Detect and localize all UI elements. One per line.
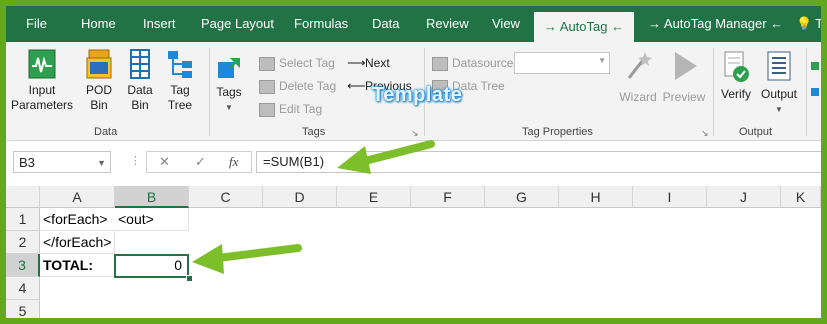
formula-input[interactable]: =SUM(B1) <box>256 151 821 173</box>
tab-data[interactable]: Data <box>372 6 399 42</box>
ribbon-tab-bar: File Home Insert Page Layout Formulas Da… <box>6 6 821 42</box>
row-header[interactable]: 5 <box>6 300 40 318</box>
formula-buttons: ✕ ✓ fx <box>146 151 252 173</box>
formula-bar: B3 ▼ ⋮ ✕ ✓ fx =SUM(B1) <box>6 141 821 185</box>
datasource-button[interactable]: Datasource <box>432 54 513 72</box>
data-bin-button[interactable]: Data Bin <box>120 48 160 113</box>
column-header[interactable]: C <box>189 186 263 208</box>
group-separator <box>209 48 210 136</box>
tag-properties-group-label: Tag Properties <box>522 126 593 138</box>
group-separator <box>806 48 807 136</box>
group-separator <box>713 48 714 136</box>
cell-a3[interactable]: TOTAL: <box>40 254 115 277</box>
delete-tag-icon <box>259 79 275 94</box>
excel-window: File Home Insert Page Layout Formulas Da… <box>6 6 821 318</box>
tab-insert[interactable]: Insert <box>143 6 176 42</box>
pod-bin-icon <box>86 49 112 79</box>
data-bin-icon <box>130 49 150 79</box>
select-tag-icon <box>259 56 275 71</box>
row-header[interactable]: 1 <box>6 208 40 231</box>
datasource-icon <box>432 56 448 71</box>
tag-properties-launcher-icon[interactable]: ↘ <box>701 128 709 139</box>
row-header[interactable]: 3 <box>6 254 40 277</box>
output-group-label: Output <box>739 126 773 138</box>
column-header[interactable]: J <box>707 186 781 208</box>
verify-button[interactable]: Verify <box>718 50 754 102</box>
edit-tag-icon <box>259 102 275 117</box>
column-header[interactable]: D <box>263 186 337 208</box>
wizard-button[interactable]: Wizard <box>618 50 658 105</box>
chevron-down-icon: ▼ <box>775 105 783 114</box>
column-header[interactable]: I <box>633 186 707 208</box>
column-header[interactable]: G <box>485 186 559 208</box>
insert-function-icon[interactable]: fx <box>229 154 238 170</box>
tab-file[interactable]: File <box>26 6 47 42</box>
column-header[interactable]: K <box>781 186 821 208</box>
cell-b1[interactable]: <out> <box>115 208 189 231</box>
column-header[interactable]: E <box>337 186 411 208</box>
data-group-label: Data <box>94 126 118 138</box>
tab-home[interactable]: Home <box>81 6 116 42</box>
chevron-down-icon[interactable]: ▼ <box>97 152 106 174</box>
tab-tell-me[interactable]: 💡 T <box>796 6 821 42</box>
magic-wand-icon <box>627 52 652 79</box>
edit-tag-button[interactable]: Edit Tag <box>259 100 322 118</box>
fill-handle[interactable] <box>186 275 193 282</box>
tags-button[interactable]: Tags ▼ <box>214 56 244 115</box>
select-all-corner[interactable] <box>6 186 40 208</box>
chevron-down-icon: ▼ <box>598 56 606 65</box>
select-tag-button[interactable]: Select Tag <box>259 54 335 72</box>
chevron-down-icon: ▼ <box>225 103 233 112</box>
tab-formulas[interactable]: Formulas <box>294 6 348 42</box>
column-header[interactable]: A <box>40 186 115 208</box>
tab-autotag[interactable]: → AutoTag ← <box>534 12 634 42</box>
row-header[interactable]: 2 <box>6 231 40 254</box>
lightbulb-icon: 💡 <box>796 16 813 31</box>
column-header[interactable]: F <box>411 186 485 208</box>
resize-grip-icon[interactable]: ⋮ <box>130 154 141 167</box>
template-annotation-label: Template <box>372 84 463 106</box>
input-parameters-button[interactable]: Input Parameters <box>10 48 74 113</box>
arrow-right-icon: ⟶ <box>347 55 366 70</box>
overflow-icon[interactable] <box>811 62 819 112</box>
tag-tree-button[interactable]: Tag Tree <box>162 48 198 113</box>
datasource-dropdown[interactable]: ▼ <box>514 52 610 74</box>
cancel-icon[interactable]: ✕ <box>159 154 170 170</box>
row-header[interactable]: 4 <box>6 277 40 300</box>
cell-b3[interactable]: 0 <box>115 254 189 277</box>
play-icon <box>675 52 697 80</box>
tab-autotag-manager[interactable]: → AutoTag Manager ← <box>648 6 783 42</box>
tab-page-layout[interactable]: Page Layout <box>201 6 274 42</box>
tag-tree-icon <box>168 51 192 78</box>
column-header[interactable]: B <box>115 186 189 208</box>
tags-icon <box>218 58 240 78</box>
output-button[interactable]: Output ▼ <box>756 50 802 117</box>
cell-a2[interactable]: </forEach> <box>40 231 115 254</box>
column-header[interactable]: H <box>559 186 633 208</box>
tags-group-launcher-icon[interactable]: ↘ <box>411 128 419 139</box>
output-icon <box>767 51 791 81</box>
preview-button[interactable]: Preview <box>660 50 708 105</box>
enter-icon[interactable]: ✓ <box>195 154 206 170</box>
tags-group-label: Tags <box>302 126 326 138</box>
input-parameters-icon <box>28 49 56 79</box>
arrow-left-icon: ⟵ <box>347 78 366 93</box>
cell-a1[interactable]: <forEach> <box>40 208 115 231</box>
tab-review[interactable]: Review <box>426 6 469 42</box>
delete-tag-button[interactable]: Delete Tag <box>259 77 336 95</box>
next-button[interactable]: ⟶Next <box>347 54 390 72</box>
tab-view[interactable]: View <box>492 6 520 42</box>
pod-bin-button[interactable]: POD Bin <box>78 48 120 113</box>
name-box[interactable]: B3 ▼ <box>13 151 111 173</box>
verify-icon <box>724 51 749 82</box>
spreadsheet-grid: A B C D E F G H I J K 1 2 3 4 5 <forEach… <box>6 186 821 318</box>
